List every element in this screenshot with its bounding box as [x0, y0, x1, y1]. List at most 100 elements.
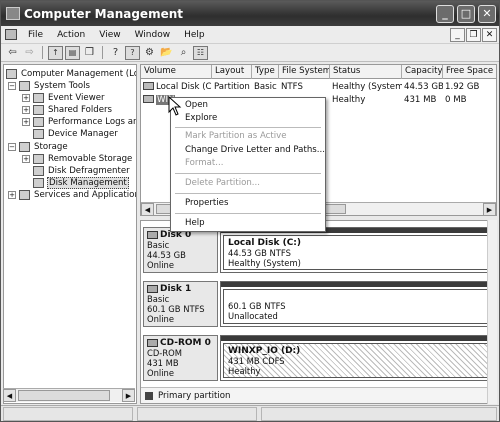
mmc-icon[interactable] — [5, 29, 17, 40]
minimize-button[interactable]: _ — [436, 4, 454, 23]
expand-icon[interactable]: + — [22, 155, 30, 163]
close-button[interactable]: ✕ — [478, 4, 496, 23]
tree-horizontal-scrollbar[interactable]: ◀ ▶ — [3, 388, 135, 402]
maximize-button[interactable]: □ — [457, 4, 475, 23]
collapse-icon[interactable]: − — [8, 82, 16, 90]
menu-separator — [175, 127, 321, 128]
column-header-file-system[interactable]: File System — [279, 65, 330, 79]
menu-item-change-drive-letter[interactable]: Change Drive Letter and Paths... — [172, 144, 325, 157]
menu-item-help[interactable]: Help — [172, 217, 324, 230]
up-level-icon[interactable]: ↑ — [48, 45, 63, 60]
disk-name: CD-ROM 0 — [160, 338, 211, 348]
disk-info[interactable]: CD-ROM 0 CD-ROM 431 MB Online — [143, 335, 218, 381]
menu-separator — [175, 173, 321, 174]
menu-help[interactable]: Help — [177, 30, 212, 40]
column-header-free-space[interactable]: Free Space — [443, 65, 496, 79]
mdi-controls: _ ❐ ✕ — [450, 27, 497, 42]
table-row[interactable]: Local Disk (C:) Partition Basic NTFS Hea… — [141, 80, 496, 93]
column-header-status[interactable]: Status — [330, 65, 402, 79]
expand-icon[interactable]: + — [22, 106, 30, 114]
tree-item-removable-storage[interactable]: + Removable Storage — [22, 153, 133, 165]
expand-icon[interactable]: + — [8, 191, 16, 199]
expand-icon[interactable]: + — [22, 118, 30, 126]
partition-block[interactable]: Local Disk (C:) 44.53 GB NTFS Healthy (S… — [220, 227, 496, 273]
scroll-track[interactable] — [16, 389, 122, 402]
open-icon[interactable]: 📂 — [159, 46, 174, 60]
primary-partition-swatch — [145, 391, 153, 400]
cdrom-icon — [147, 339, 158, 347]
menu-item-open[interactable]: Open — [172, 99, 324, 112]
disk-size: 431 MB — [147, 358, 179, 368]
mdi-restore-button[interactable]: ❐ — [466, 27, 481, 42]
menu-item-delete-partition: Delete Partition... — [185, 178, 260, 188]
status-bar — [1, 405, 499, 421]
menu-bar: File Action View Window Help _ ❐ ✕ — [1, 26, 499, 44]
cell-capacity: 44.53 GB — [404, 81, 443, 92]
drive-icon — [143, 81, 154, 90]
mdi-close-button[interactable]: ✕ — [482, 27, 497, 42]
disk-properties-icon[interactable]: ☷ — [193, 45, 208, 60]
partition-status: Healthy (System) — [228, 258, 301, 268]
show-hide-tree-icon[interactable]: ▤ — [65, 45, 80, 60]
disk-kind: Basic — [147, 294, 170, 304]
column-header-capacity[interactable]: Capacity — [402, 65, 443, 79]
tree-item-performance-logs[interactable]: + Performance Logs and — [22, 116, 137, 128]
scroll-right-icon[interactable]: ▶ — [122, 389, 135, 402]
menu-item-format: Format... — [185, 158, 224, 168]
scroll-left-icon[interactable]: ◀ — [3, 389, 16, 402]
graph-vertical-scrollbar[interactable] — [487, 220, 497, 404]
partition-name: Local Disk (C:) — [228, 238, 302, 248]
tree-item-device-manager[interactable]: Device Manager — [33, 128, 119, 140]
cell-volume: Local Disk (C:) — [141, 81, 212, 92]
tree-item-services-apps[interactable]: + Services and Applications — [8, 189, 136, 201]
forward-icon[interactable]: ⇨ — [22, 46, 37, 60]
mdi-minimize-button[interactable]: _ — [450, 27, 465, 42]
cell-type: Basic — [254, 81, 277, 92]
menu-item-properties[interactable]: Properties — [172, 197, 324, 210]
partition-block[interactable]: WINXP_IO (D:) 431 MB CDFS Healthy — [220, 335, 496, 381]
disk-size: 60.1 GB NTFS — [147, 304, 205, 314]
column-header-layout[interactable]: Layout — [212, 65, 252, 79]
column-header-type[interactable]: Type — [252, 65, 279, 79]
collapse-icon[interactable]: − — [8, 143, 16, 151]
partition-detail: 60.1 GB NTFS — [228, 301, 286, 311]
menu-item-explore[interactable]: Explore — [172, 112, 324, 125]
help-icon[interactable]: ? — [108, 46, 123, 60]
partition-block[interactable]: 60.1 GB NTFS Unallocated — [220, 281, 496, 327]
search-icon[interactable]: ⌕ — [176, 46, 191, 60]
menu-view[interactable]: View — [92, 30, 127, 40]
title-bar[interactable]: Computer Management _ □ ✕ — [1, 1, 499, 26]
menu-window[interactable]: Window — [128, 30, 178, 40]
menu-action[interactable]: Action — [50, 30, 92, 40]
tree-item-root[interactable]: Computer Management (Local) — [6, 68, 136, 80]
tree-item-disk-management[interactable]: Disk Management — [33, 177, 129, 189]
menu-separator — [175, 213, 321, 214]
mouse-cursor-icon — [168, 96, 182, 116]
tree-item-system-tools[interactable]: − System Tools — [8, 80, 91, 92]
disk-info[interactable]: Disk 1 Basic 60.1 GB NTFS Online — [143, 281, 218, 327]
window-title: Computer Management — [24, 6, 183, 21]
legend: Primary partition — [141, 387, 496, 403]
scroll-left-icon[interactable]: ◀ — [141, 203, 154, 215]
disk-row: CD-ROM 0 CD-ROM 431 MB Online WINXP_IO (… — [143, 335, 496, 381]
properties-icon[interactable]: ❒ — [82, 46, 97, 60]
help-topics-icon[interactable]: ? — [125, 45, 140, 60]
status-pane — [261, 407, 497, 421]
tree-item-disk-defragmenter[interactable]: Disk Defragmenter — [33, 165, 131, 177]
disk-info[interactable]: Disk 0 Basic 44.53 GB Online — [143, 227, 218, 273]
tree-item-shared-folders[interactable]: + Shared Folders — [22, 104, 113, 116]
tree-label: Performance Logs and — [48, 117, 137, 127]
tree-item-storage[interactable]: − Storage — [8, 141, 69, 153]
menu-file[interactable]: File — [21, 30, 50, 40]
column-header-volume[interactable]: Volume — [141, 65, 212, 79]
toolbar-separator — [42, 46, 43, 59]
back-icon[interactable]: ⇦ — [5, 46, 20, 60]
tree-item-event-viewer[interactable]: + Event Viewer — [22, 92, 106, 104]
scroll-thumb[interactable] — [18, 390, 110, 401]
cell-free-space: 1.92 GB — [445, 81, 480, 92]
disk-size: 44.53 GB — [147, 250, 186, 260]
scroll-right-icon[interactable]: ▶ — [483, 203, 496, 215]
disk-kind: Basic — [147, 240, 170, 250]
expand-icon[interactable]: + — [22, 94, 30, 102]
connect-icon[interactable]: ⚙ — [142, 46, 157, 60]
